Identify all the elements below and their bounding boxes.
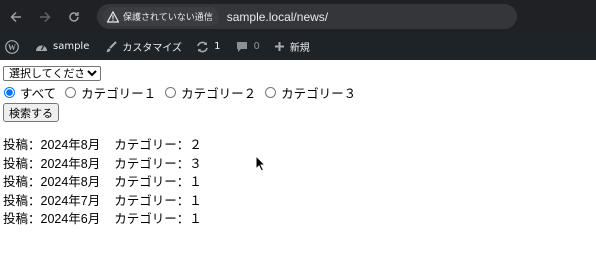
search-button[interactable]: 検索する bbox=[3, 103, 59, 122]
post-category: カテゴリー：１ bbox=[114, 212, 202, 226]
post-category: カテゴリー：２ bbox=[114, 138, 202, 152]
list-item: 投稿：2024年8月 カテゴリー：２ bbox=[3, 136, 364, 155]
browser-toolbar: 保護されていない通信 sample.local/news/ bbox=[0, 0, 596, 33]
comment-icon bbox=[236, 41, 248, 53]
post-category: カテゴリー：１ bbox=[114, 175, 202, 189]
page-content: 選択してください すべて カテゴリー１ カテゴリー２ カテゴリー３ 検索する 投… bbox=[3, 64, 364, 229]
list-item: 投稿：2024年8月 カテゴリー：３ bbox=[3, 155, 364, 174]
post-date: 投稿：2024年8月 bbox=[3, 138, 101, 152]
new-content-link[interactable]: 新規 bbox=[274, 33, 310, 60]
svg-text:W: W bbox=[8, 43, 16, 52]
radio-category-3[interactable]: カテゴリー３ bbox=[264, 83, 356, 102]
site-name-label: sample bbox=[53, 41, 90, 52]
security-label: 保護されていない通信 bbox=[123, 13, 213, 23]
warning-icon bbox=[107, 10, 119, 23]
radio-category-1[interactable]: カテゴリー１ bbox=[64, 83, 156, 102]
site-name-link[interactable]: sample bbox=[35, 33, 89, 60]
radio-all-label: すべて bbox=[20, 87, 57, 101]
wp-admin-bar: W sample カスタマイズ 1 0 新規 bbox=[0, 33, 596, 60]
post-date: 投稿：2024年7月 bbox=[3, 193, 101, 208]
comments-count: 0 bbox=[253, 41, 260, 52]
updates-link[interactable]: 1 bbox=[196, 33, 220, 60]
radio-all[interactable]: すべて bbox=[3, 83, 56, 102]
plus-icon bbox=[274, 41, 285, 52]
post-date: 投稿：2024年8月 bbox=[3, 156, 101, 171]
comments-link[interactable]: 0 bbox=[236, 33, 260, 60]
category-radio-group: すべて カテゴリー１ カテゴリー２ カテゴリー３ bbox=[3, 83, 364, 102]
url-text[interactable]: sample.local/news/ bbox=[227, 10, 328, 24]
updates-count: 1 bbox=[214, 41, 221, 52]
post-date: 投稿：2024年8月 bbox=[3, 175, 101, 189]
security-indicator[interactable]: 保護されていない通信 bbox=[103, 7, 219, 26]
list-item: 投稿：2024年7月 カテゴリー：１ bbox=[3, 192, 364, 211]
list-item: 投稿：2024年8月 カテゴリー：１ bbox=[3, 173, 364, 192]
forward-arrow-icon[interactable] bbox=[34, 6, 56, 28]
customize-label: カスタマイズ bbox=[122, 43, 183, 54]
dashboard-icon bbox=[35, 41, 48, 52]
radio-category-3-input[interactable] bbox=[265, 87, 277, 98]
paintbrush-icon bbox=[105, 40, 118, 53]
post-category: カテゴリー：１ bbox=[114, 193, 202, 208]
post-date: 投稿：2024年6月 bbox=[3, 212, 101, 226]
list-item: 投稿：2024年6月 カテゴリー：１ bbox=[3, 210, 364, 229]
radio-category-2-input[interactable] bbox=[165, 87, 177, 98]
update-icon bbox=[196, 41, 209, 53]
radio-category-3-label: カテゴリー３ bbox=[281, 87, 357, 101]
customize-link[interactable]: カスタマイズ bbox=[105, 33, 182, 60]
radio-category-1-label: カテゴリー１ bbox=[81, 87, 157, 101]
radio-category-2[interactable]: カテゴリー２ bbox=[164, 83, 256, 102]
category-select[interactable]: 選択してください bbox=[3, 66, 101, 81]
mouse-cursor-icon bbox=[255, 155, 266, 172]
reload-icon[interactable] bbox=[63, 6, 85, 28]
radio-category-1-input[interactable] bbox=[65, 87, 77, 98]
back-arrow-icon[interactable] bbox=[5, 6, 27, 28]
radio-category-2-label: カテゴリー２ bbox=[181, 87, 257, 101]
wordpress-logo-icon[interactable]: W bbox=[5, 33, 19, 60]
post-list: 投稿：2024年8月 カテゴリー：２ 投稿：2024年8月 カテゴリー：３ 投稿：2… bbox=[3, 136, 364, 229]
search-form: 選択してください すべて カテゴリー１ カテゴリー２ カテゴリー３ 検索する bbox=[3, 64, 364, 122]
address-bar[interactable]: 保護されていない通信 sample.local/news/ bbox=[97, 4, 517, 29]
new-label: 新規 bbox=[289, 43, 310, 54]
post-category: カテゴリー：３ bbox=[114, 156, 202, 171]
radio-all-input[interactable] bbox=[4, 87, 15, 98]
